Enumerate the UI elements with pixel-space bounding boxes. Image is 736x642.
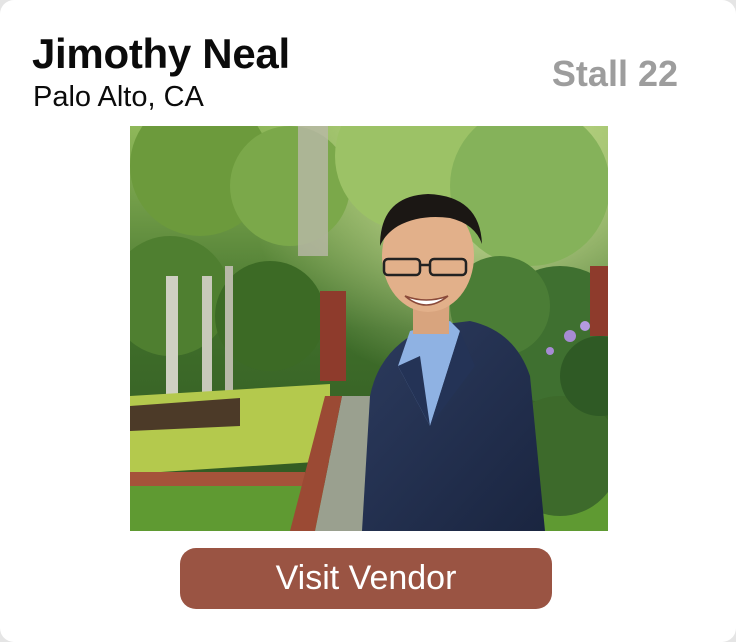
visit-vendor-button[interactable]: Visit Vendor <box>180 548 552 609</box>
vendor-location: Palo Alto, CA <box>33 81 204 113</box>
vendor-card: Jimothy Neal Palo Alto, CA Stall 22 Visi… <box>0 0 736 642</box>
stall-number: Stall 22 <box>551 53 678 94</box>
vendor-photo <box>130 126 608 531</box>
vendor-name: Jimothy Neal <box>32 30 290 77</box>
